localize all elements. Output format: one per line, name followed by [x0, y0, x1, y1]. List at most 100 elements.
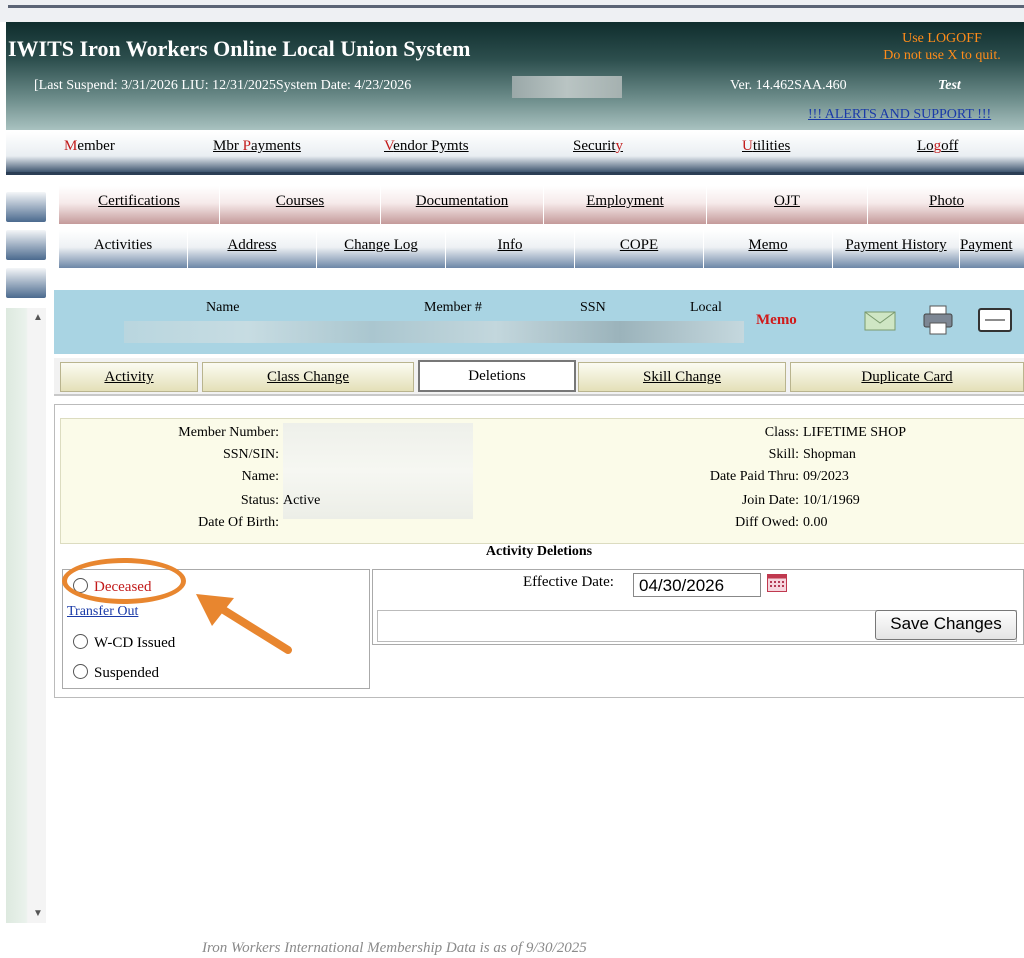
tab-employment[interactable]: Employment [543, 186, 706, 224]
date-paid-label: Date Paid Thru: [709, 469, 799, 484]
tab-documentation-label[interactable]: Documentation [416, 193, 508, 209]
local-column-label: Local [690, 300, 722, 315]
mailing-label-icon[interactable] [978, 308, 1012, 332]
main-nav: Member Mbr Payments Vendor Pymts Securit… [6, 132, 1024, 175]
nav-logoff-pre: Lo [917, 138, 934, 154]
tab-activities-label: Activities [93, 237, 153, 253]
tab-skill-change[interactable]: Skill Change [578, 362, 786, 392]
tab-activities[interactable]: Activities [58, 230, 187, 268]
tab-courses[interactable]: Courses [219, 186, 380, 224]
nav-member[interactable]: Member [64, 138, 115, 155]
tab-deletions[interactable]: Deletions [418, 360, 576, 392]
radio-suspended[interactable]: Suspended [73, 664, 159, 682]
tab-ojt-label[interactable]: OJT [774, 193, 800, 209]
left-panel-button-1[interactable] [6, 192, 46, 222]
tab-address-label[interactable]: Address [227, 237, 276, 253]
member-number-label: Member Number: [178, 425, 279, 440]
tab-deletions-label: Deletions [468, 368, 526, 384]
scroll-down-arrow-icon[interactable]: ▼ [33, 908, 43, 919]
name-label: Name: [241, 469, 279, 484]
tab-payment-label[interactable]: Payment [960, 237, 1013, 253]
tab-ojt[interactable]: OJT [706, 186, 867, 224]
diff-owed-value: 0.00 [803, 515, 828, 530]
pointer-arrow-icon [196, 594, 292, 654]
tab-memo[interactable]: Memo [703, 230, 832, 268]
tab-employment-label[interactable]: Employment [586, 193, 664, 209]
nav-logoff[interactable]: Logoff [917, 138, 958, 155]
left-panel-button-2[interactable] [6, 230, 46, 260]
tab-activity-label[interactable]: Activity [104, 369, 153, 385]
tab-duplicate-card[interactable]: Duplicate Card [790, 362, 1024, 392]
radio-button-icon[interactable] [73, 634, 88, 649]
member-subtabs-row1: Certifications Courses Documentation Emp… [58, 186, 1024, 226]
member-info-box: Member Number: SSN/SIN: Name: Status: Ac… [60, 418, 1024, 544]
left-scrollbar[interactable] [6, 308, 46, 923]
tab-photo-label[interactable]: Photo [929, 193, 964, 209]
radio-wcd-issued[interactable]: W-CD Issued [73, 634, 175, 652]
radio-wcd-issued-label[interactable]: W-CD Issued [94, 635, 175, 651]
nav-member-first: M [64, 138, 78, 154]
nav-utilities[interactable]: Utilities [742, 138, 790, 155]
effective-date-input[interactable]: 04/30/2026 [633, 573, 761, 597]
printer-icon[interactable] [922, 304, 954, 336]
nav-utilities-rest: tilities [752, 138, 791, 154]
tab-payment[interactable]: Payment [959, 230, 1024, 268]
ssn-label: SSN/SIN: [222, 447, 279, 462]
radio-suspended-label[interactable]: Suspended [94, 665, 159, 681]
nav-logoff-rest: off [941, 138, 959, 154]
top-strip [0, 0, 1024, 22]
nav-security-first: y [615, 138, 624, 154]
join-date-label: Join Date: [741, 493, 799, 508]
alerts-support-link[interactable]: !!! ALERTS AND SUPPORT !!! [808, 107, 991, 123]
tab-info-label[interactable]: Info [498, 237, 523, 253]
tab-certifications[interactable]: Certifications [58, 186, 219, 224]
tab-documentation[interactable]: Documentation [380, 186, 543, 224]
tab-info[interactable]: Info [445, 230, 574, 268]
tab-payment-history-label[interactable]: Payment History [845, 237, 946, 253]
nav-vendor-rest: endor Pymts [393, 138, 469, 154]
nav-mbr-payments-rest: ayments [250, 138, 301, 154]
tab-cope[interactable]: COPE [574, 230, 703, 268]
tab-cope-label[interactable]: COPE [620, 237, 658, 253]
class-label: Class: [764, 425, 799, 440]
nav-security-pre: Securit [573, 138, 616, 154]
tab-duplicate-card-label[interactable]: Duplicate Card [861, 369, 952, 385]
join-date-value: 10/1/1969 [803, 493, 860, 508]
tab-memo-label[interactable]: Memo [748, 237, 787, 253]
memo-indicator[interactable]: Memo [756, 312, 797, 329]
tab-change-log[interactable]: Change Log [316, 230, 445, 268]
deletion-details: Effective Date: 04/30/2026 Save Changes [372, 569, 1024, 645]
highlight-ellipse [62, 558, 186, 604]
calendar-icon[interactable] [767, 574, 787, 592]
ssn-column-label: SSN [580, 300, 606, 315]
tab-payment-history[interactable]: Payment History [832, 230, 959, 268]
tab-courses-label[interactable]: Courses [276, 193, 324, 209]
left-panel-button-3[interactable] [6, 268, 46, 298]
scroll-up-arrow-icon[interactable]: ▲ [33, 312, 43, 323]
nav-security[interactable]: Security [573, 138, 623, 155]
skill-label: Skill: [768, 447, 799, 462]
email-envelope-icon[interactable] [864, 310, 896, 332]
transfer-out-link[interactable]: Transfer Out [67, 604, 138, 620]
system-dates: [Last Suspend: 3/31/2026 LIU: 12/31/2025… [34, 78, 412, 93]
member-subtabs-row2: Activities Address Change Log Info COPE … [58, 230, 1024, 270]
status-value: Active [283, 493, 321, 508]
nav-mbr-payments[interactable]: Mbr Payments [213, 138, 301, 155]
logoff-hint-line2: Do not use X to quit. [883, 48, 1001, 63]
nav-vendor-pymts[interactable]: Vendor Pymts [384, 138, 469, 155]
save-changes-button[interactable]: Save Changes [875, 610, 1017, 640]
skill-value: Shopman [803, 447, 856, 462]
radio-button-icon[interactable] [73, 664, 88, 679]
activity-deletions-title: Activity Deletions [485, 544, 593, 559]
tab-class-change[interactable]: Class Change [202, 362, 414, 392]
redacted-member-values [124, 321, 744, 343]
tab-address[interactable]: Address [187, 230, 316, 268]
tab-skill-change-label[interactable]: Skill Change [643, 369, 721, 385]
tab-change-log-label[interactable]: Change Log [344, 237, 418, 253]
tab-class-change-label[interactable]: Class Change [267, 369, 349, 385]
tab-certifications-label[interactable]: Certifications [98, 193, 180, 209]
tab-photo[interactable]: Photo [867, 186, 1024, 224]
footer-note: Iron Workers International Membership Da… [202, 940, 587, 956]
date-paid-value: 09/2023 [803, 469, 849, 484]
tab-activity[interactable]: Activity [60, 362, 198, 392]
